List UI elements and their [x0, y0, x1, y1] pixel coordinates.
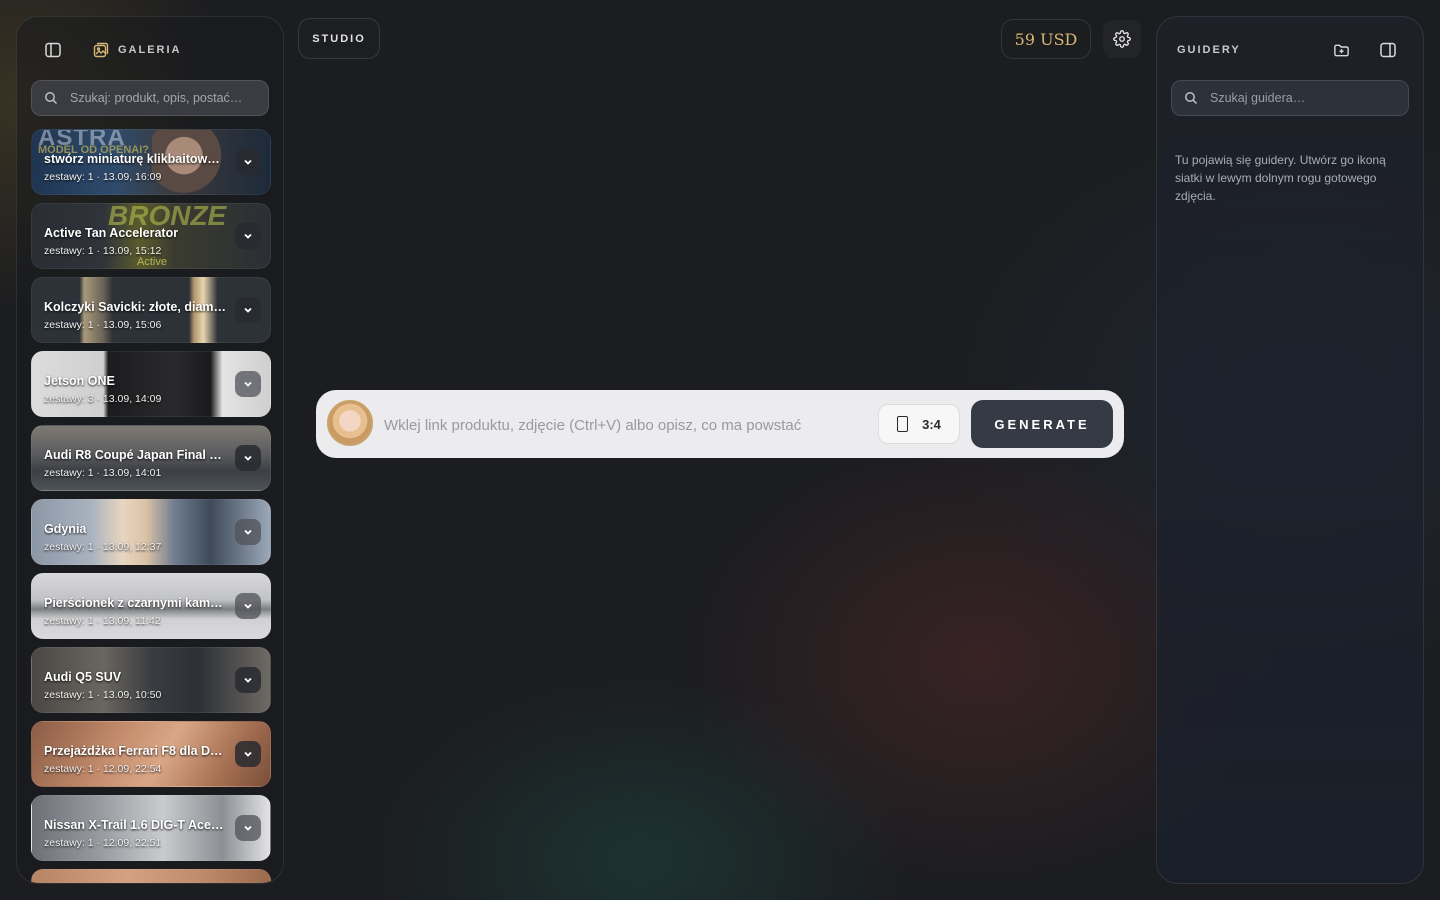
- portrait-icon: [897, 416, 909, 432]
- list-item[interactable]: BRONZE Active Tan Accelerator zestawy: 1…: [31, 203, 271, 269]
- avatar[interactable]: [327, 400, 373, 446]
- list-item[interactable]: Audi R8 Coupé Japan Final E… zestawy: 1 …: [31, 425, 271, 491]
- item-title: Audi R8 Coupé Japan Final E…: [44, 448, 226, 462]
- list-item[interactable]: Przejażdżka Ferrari F8 dla Dz… zestawy: …: [31, 721, 271, 787]
- chevron-down-icon[interactable]: [235, 519, 261, 545]
- gear-icon: [1113, 30, 1131, 48]
- guiders-empty-text: Tu pojawią się guidery. Utwórz go ikoną …: [1175, 153, 1386, 203]
- list-item[interactable]: [31, 869, 271, 883]
- gallery-title: GALERIA: [118, 44, 182, 56]
- item-meta: zestawy: 1 · 12.09, 22:51: [44, 837, 162, 849]
- settings-button[interactable]: [1103, 20, 1141, 58]
- item-title: Kolczyki Savicki: złote, diam…: [44, 300, 226, 314]
- guiders-search-input[interactable]: [1208, 90, 1402, 106]
- aspect-ratio-button[interactable]: 3:4: [878, 404, 960, 444]
- item-title: stwórz miniaturę klikbaitową…: [44, 152, 226, 166]
- item-title: Nissan X-Trail 1.6 DIG-T Ace…: [44, 818, 224, 832]
- chevron-down-icon[interactable]: [235, 149, 261, 175]
- item-title: Audi Q5 SUV: [44, 670, 122, 684]
- chevron-down-icon[interactable]: [235, 223, 261, 249]
- item-meta: zestawy: 3 · 13.09, 14:09: [44, 393, 162, 405]
- generate-button[interactable]: GENERATE: [971, 400, 1113, 448]
- item-meta: zestawy: 1 · 12.09, 22:54: [44, 763, 162, 775]
- chevron-down-icon[interactable]: [235, 667, 261, 693]
- list-item[interactable]: Kolczyki Savicki: złote, diam… zestawy: …: [31, 277, 271, 343]
- list-item[interactable]: Audi Q5 SUV zestawy: 1 · 13.09, 10:50: [31, 647, 271, 713]
- item-meta: zestawy: 1 · 13.09, 15:06: [44, 319, 162, 331]
- list-item[interactable]: Jetson ONE zestawy: 3 · 13.09, 14:09: [31, 351, 271, 417]
- item-title: Jetson ONE: [44, 374, 115, 388]
- chevron-down-icon[interactable]: [235, 297, 261, 323]
- guiders-panel: GUIDERY Tu pojawią się guidery. Utwórz g…: [1156, 16, 1424, 884]
- aspect-ratio-value: 3:4: [922, 416, 941, 432]
- item-title: Gdynia: [44, 522, 87, 536]
- balance-badge: 59 USD: [1001, 19, 1091, 59]
- list-item[interactable]: ASTRA MODEL OD OPENAI? stwórz miniaturę …: [31, 129, 271, 195]
- gallery-search-input[interactable]: [68, 90, 262, 106]
- search-icon: [1185, 92, 1198, 105]
- gallery-list: ASTRA MODEL OD OPENAI? stwórz miniaturę …: [31, 129, 271, 883]
- item-meta: zestawy: 1 · 13.09, 12:37: [44, 541, 162, 553]
- chevron-down-icon[interactable]: [235, 445, 261, 471]
- gallery-search[interactable]: [31, 80, 269, 116]
- list-item[interactable]: Nissan X-Trail 1.6 DIG-T Ace… zestawy: 1…: [31, 795, 271, 861]
- list-item[interactable]: Gdynia zestawy: 1 · 13.09, 12:37: [31, 499, 271, 565]
- item-meta: zestawy: 1 · 13.09, 16:09: [44, 171, 162, 183]
- chevron-down-icon[interactable]: [235, 741, 261, 767]
- new-folder-icon[interactable]: [1331, 40, 1351, 60]
- item-meta: zestawy: 1 · 13.09, 14:01: [44, 467, 162, 479]
- item-meta: zestawy: 1 · 13.09, 11:42: [44, 615, 161, 627]
- guiders-title: GUIDERY: [1177, 44, 1241, 56]
- search-icon: [45, 92, 58, 105]
- chevron-down-icon[interactable]: [235, 593, 261, 619]
- thumbnail-overlay-text: Active: [137, 256, 167, 268]
- sidebar-toggle-icon[interactable]: [43, 40, 63, 60]
- gallery-panel: GALERIA ASTRA MODEL OD OPENAI? stwórz mi…: [16, 16, 284, 884]
- studio-button[interactable]: STUDIO: [298, 18, 380, 59]
- item-title: Pierścionek z czarnymi kami…: [44, 596, 226, 610]
- gallery-icon: [91, 40, 111, 60]
- item-meta: zestawy: 1 · 13.09, 10:50: [44, 689, 162, 701]
- prompt-bar: 3:4 GENERATE: [316, 390, 1124, 458]
- prompt-input[interactable]: [382, 412, 866, 438]
- list-item[interactable]: Pierścionek z czarnymi kami… zestawy: 1 …: [31, 573, 271, 639]
- item-title: Przejażdżka Ferrari F8 dla Dz…: [44, 744, 226, 758]
- item-title: Active Tan Accelerator: [44, 226, 179, 240]
- chevron-down-icon[interactable]: [235, 815, 261, 841]
- panel-toggle-icon[interactable]: [1378, 40, 1398, 60]
- chevron-down-icon[interactable]: [235, 371, 261, 397]
- guiders-search[interactable]: [1171, 80, 1409, 116]
